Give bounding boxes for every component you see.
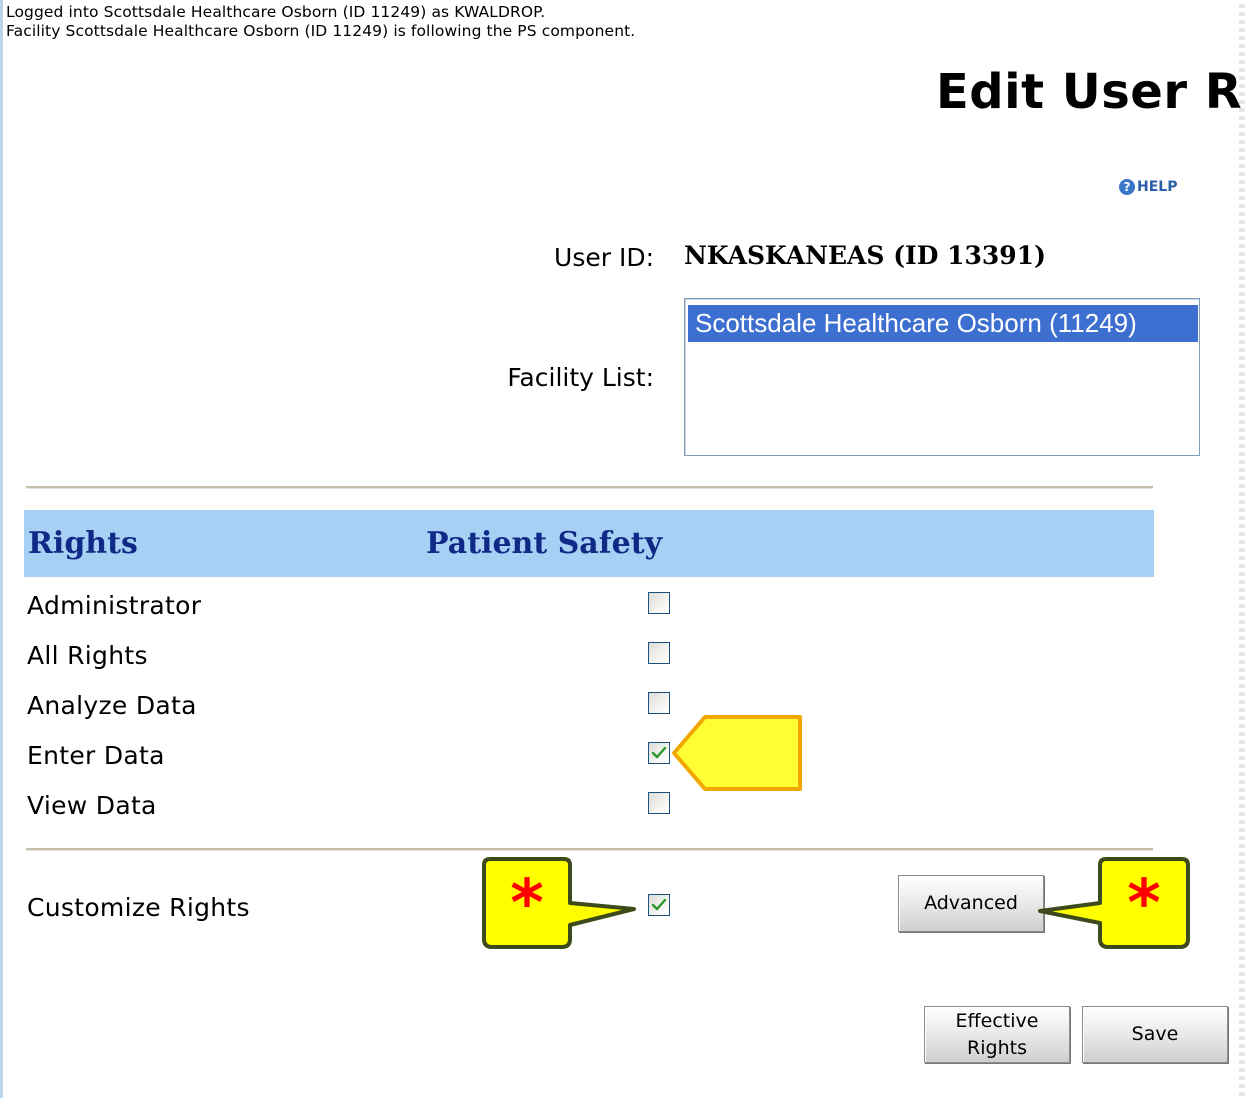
rights-table-header: Rights Patient Safety: [24, 510, 1154, 577]
save-button[interactable]: Save: [1082, 1006, 1228, 1063]
left-border: [0, 0, 3, 1098]
asterisk-text: *: [1127, 867, 1160, 941]
advanced-button[interactable]: Advanced: [898, 875, 1044, 932]
administrator-checkbox[interactable]: [648, 592, 670, 614]
rights-row-enter-data: Enter Data: [27, 736, 727, 776]
pointer-arrow-annotation: [672, 715, 802, 791]
rights-column-header: Rights: [28, 526, 138, 561]
divider-top: [26, 486, 1153, 489]
user-id-value: NKASKANEAS (ID 13391): [684, 241, 1046, 270]
effective-rights-button[interactable]: Effective Rights: [924, 1006, 1070, 1063]
analyze-data-checkbox[interactable]: [648, 692, 670, 714]
patient-safety-column-header: Patient Safety: [426, 526, 663, 561]
facility-listbox[interactable]: Scottsdale Healthcare Osborn (11249): [684, 298, 1200, 456]
rights-row-all-rights: All Rights: [27, 636, 727, 676]
rights-row-view-data: View Data: [27, 786, 727, 826]
customize-rights-checkbox[interactable]: [648, 894, 670, 916]
asterisk-callout-customize: *: [482, 857, 636, 949]
login-status-text: Logged into Scottsdale Healthcare Osborn…: [6, 3, 546, 21]
right-label: Enter Data: [27, 741, 165, 770]
help-link[interactable]: ? HELP: [1119, 177, 1177, 197]
right-label: Analyze Data: [27, 691, 197, 720]
help-question-icon: ?: [1119, 179, 1135, 195]
check-mark-icon: [651, 898, 667, 911]
right-label: View Data: [27, 791, 157, 820]
right-label: All Rights: [27, 641, 148, 670]
right-label: Administrator: [27, 591, 202, 620]
customize-rights-label: Customize Rights: [27, 893, 250, 922]
asterisk-callout-advanced: *: [1038, 857, 1190, 949]
view-data-checkbox[interactable]: [648, 792, 670, 814]
facility-option-selected[interactable]: Scottsdale Healthcare Osborn (11249): [688, 305, 1198, 342]
check-mark-icon: [651, 746, 667, 759]
scrollbar-edge: [1239, 0, 1245, 1098]
user-id-label: User ID:: [554, 243, 654, 272]
rights-row-administrator: Administrator: [27, 586, 727, 626]
divider-bottom: [26, 848, 1153, 851]
page-title: Edit User R: [936, 64, 1243, 120]
all-rights-checkbox[interactable]: [648, 642, 670, 664]
rights-row-analyze-data: Analyze Data: [27, 686, 727, 726]
asterisk-text: *: [510, 867, 543, 941]
facility-status-text: Facility Scottsdale Healthcare Osborn (I…: [6, 22, 636, 40]
facility-list-label: Facility List:: [507, 363, 654, 392]
help-label: HELP: [1137, 179, 1178, 195]
enter-data-checkbox[interactable]: [648, 742, 670, 764]
